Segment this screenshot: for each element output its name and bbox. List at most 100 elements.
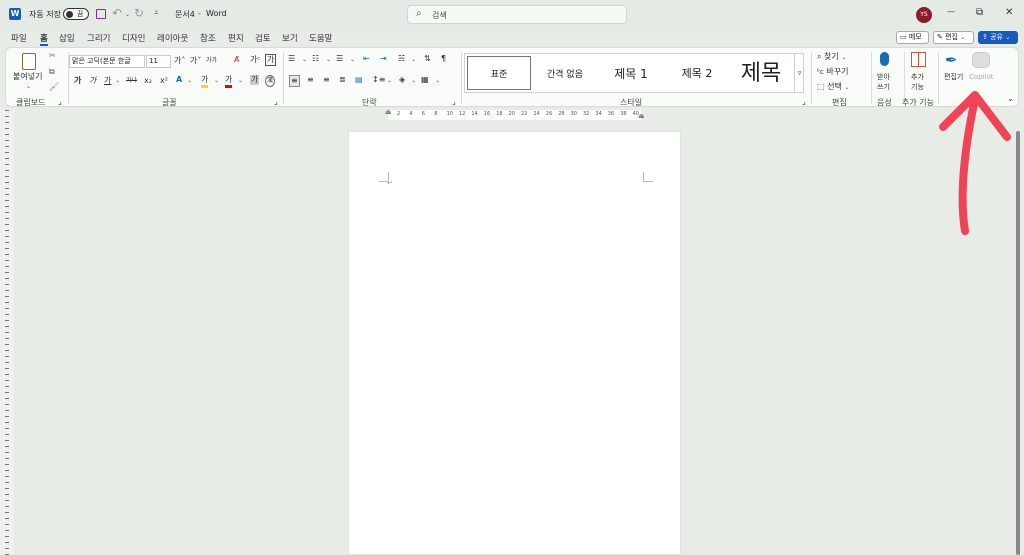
memo-button[interactable]: ▭ 메모: [896, 31, 929, 44]
undo-icon[interactable]: ↶: [112, 6, 122, 20]
superscript-button[interactable]: x²: [160, 76, 168, 86]
styles-more-button[interactable]: ▿: [794, 54, 804, 92]
addins-icon[interactable]: [911, 52, 926, 67]
dictate-button[interactable]: 받아 쓰기: [877, 72, 890, 92]
addins-button[interactable]: 추가 기능: [911, 72, 924, 92]
highlight-dropdown-icon[interactable]: ⌄: [214, 76, 219, 86]
font-color-button[interactable]: 가: [225, 75, 233, 88]
highlight-button[interactable]: 가: [201, 75, 209, 88]
multilevel-list-icon[interactable]: ☰: [336, 54, 343, 64]
bullets-icon[interactable]: ☰: [288, 54, 295, 64]
distributed-icon[interactable]: ▤: [355, 75, 363, 85]
vertical-ruler[interactable]: [0, 110, 14, 555]
font-color-dropdown-icon[interactable]: ⌄: [238, 76, 243, 86]
redo-icon[interactable]: ↻: [134, 6, 144, 20]
tab-references[interactable]: 참조: [200, 32, 216, 44]
tab-layout[interactable]: 레이아웃: [157, 32, 188, 44]
tab-insert[interactable]: 삽입: [59, 32, 75, 44]
numbering-dropdown-icon[interactable]: ⌄: [326, 55, 331, 65]
style-normal[interactable]: 표준: [467, 56, 531, 90]
replace-button[interactable]: ᵇc 바꾸기: [817, 67, 849, 77]
character-border-icon[interactable]: 가: [265, 54, 277, 66]
text-effects-icon[interactable]: A: [176, 75, 182, 85]
paste-icon[interactable]: [22, 53, 36, 70]
tab-view[interactable]: 보기: [282, 32, 298, 44]
paste-dropdown-icon[interactable]: ⌄: [26, 82, 31, 92]
tab-draw[interactable]: 그리기: [87, 32, 110, 44]
styles-launcher-icon[interactable]: ⌟: [802, 97, 806, 107]
find-button[interactable]: ⌕ 찾기 ⌄: [817, 52, 846, 63]
editing-mode-button[interactable]: ✎ 편집 ⌄: [933, 31, 974, 44]
align-left-icon[interactable]: ≡: [289, 75, 300, 87]
paragraph-launcher-icon[interactable]: ⌟: [452, 97, 456, 107]
tab-home[interactable]: 홈: [40, 32, 48, 46]
subscript-button[interactable]: x₂: [144, 76, 152, 86]
shrink-font-button[interactable]: 가˅: [190, 56, 201, 66]
numbering-icon[interactable]: ☷: [312, 54, 319, 64]
sort-icon[interactable]: ⇅: [424, 54, 431, 64]
font-name-combo[interactable]: 맑은 고딕(본문 한글: [69, 55, 145, 68]
style-heading-2[interactable]: 제목 2: [665, 56, 729, 90]
asian-layout-dropdown-icon[interactable]: ⌄: [411, 55, 416, 65]
avatar[interactable]: YS: [916, 7, 932, 23]
editor-icon[interactable]: ✒: [945, 51, 963, 69]
underline-button[interactable]: 가: [104, 76, 111, 86]
minimize-button[interactable]: —: [947, 7, 955, 16]
font-size-combo[interactable]: 11: [146, 55, 171, 68]
show-marks-icon[interactable]: ¶: [441, 54, 446, 64]
multilevel-dropdown-icon[interactable]: ⌄: [350, 55, 355, 65]
character-shading-button[interactable]: 가: [250, 75, 260, 85]
paste-button[interactable]: 붙여넣기: [13, 72, 42, 82]
shading-dropdown-icon[interactable]: ⌄: [411, 76, 416, 86]
right-indent-marker-icon[interactable]: ⏏: [638, 112, 645, 120]
borders-icon[interactable]: ▦: [421, 75, 429, 85]
underline-dropdown-icon[interactable]: ⌄: [115, 76, 120, 86]
close-button[interactable]: ✕: [1005, 7, 1013, 18]
undo-dropdown-icon[interactable]: ⌄: [125, 11, 130, 18]
copilot-button[interactable]: Copilot: [969, 72, 994, 82]
document-page[interactable]: ↵: [348, 131, 681, 555]
italic-button[interactable]: 가: [89, 76, 96, 86]
copilot-icon[interactable]: [972, 52, 990, 68]
increase-indent-icon[interactable]: ⇥: [380, 54, 387, 64]
bold-button[interactable]: 가: [74, 76, 81, 86]
phonetic-guide-icon[interactable]: 가ᶜ: [250, 55, 260, 65]
line-spacing-dropdown-icon[interactable]: ⌄: [387, 76, 392, 86]
save-icon[interactable]: [96, 9, 106, 19]
search-box[interactable]: ⌕ 검색: [407, 5, 627, 24]
strikethrough-button[interactable]: 가나: [126, 76, 137, 86]
copy-icon[interactable]: ⧉: [49, 67, 55, 77]
borders-dropdown-icon[interactable]: ⌄: [435, 76, 440, 86]
word-logo-icon[interactable]: W: [9, 8, 21, 20]
grow-font-button[interactable]: 가˄: [174, 56, 185, 66]
font-launcher-icon[interactable]: ⌟: [274, 97, 278, 107]
style-heading-1[interactable]: 제목 1: [599, 56, 663, 90]
align-right-icon[interactable]: ≡: [323, 75, 330, 85]
bullets-dropdown-icon[interactable]: ⌄: [302, 55, 307, 65]
enclose-characters-button[interactable]: 漢: [265, 75, 276, 87]
line-spacing-icon[interactable]: ↕≡: [372, 75, 385, 85]
asian-layout-icon[interactable]: ☵: [398, 54, 405, 64]
vertical-scrollbar[interactable]: [1016, 131, 1020, 555]
style-no-spacing[interactable]: 간격 없음: [533, 56, 597, 90]
tab-help[interactable]: 도움말: [309, 32, 332, 44]
clear-format-icon[interactable]: A̸: [234, 55, 239, 65]
decrease-indent-icon[interactable]: ⇤: [363, 54, 370, 64]
microphone-icon[interactable]: [880, 52, 889, 66]
text-effects-dropdown-icon[interactable]: ⌄: [187, 76, 192, 86]
select-button[interactable]: ⬚ 선택 ⌄: [817, 82, 849, 93]
share-button[interactable]: ⇪ 공유 ⌄: [978, 31, 1018, 44]
change-case-button[interactable]: 가가: [206, 56, 217, 66]
tab-mailings[interactable]: 편지: [228, 32, 244, 44]
cut-icon[interactable]: ✂: [49, 51, 56, 61]
tab-file[interactable]: 파일: [11, 32, 27, 44]
editor-button[interactable]: 편집기: [944, 72, 963, 82]
horizontal-ruler[interactable]: ⏏ 2 4 6 8 10 12 14 16 18 20 22 24 26 28 30 32 34 36 38 40 ⏏: [385, 108, 645, 120]
tab-review[interactable]: 검토: [255, 32, 271, 44]
tab-design[interactable]: 디자인: [122, 32, 145, 44]
autosave-toggle[interactable]: 끔: [63, 8, 89, 20]
style-title[interactable]: 제목: [731, 54, 791, 88]
customize-qat-icon[interactable]: ⩡: [154, 8, 159, 18]
format-painter-icon[interactable]: 🖌: [49, 82, 59, 92]
align-center-icon[interactable]: ≡: [307, 75, 314, 85]
